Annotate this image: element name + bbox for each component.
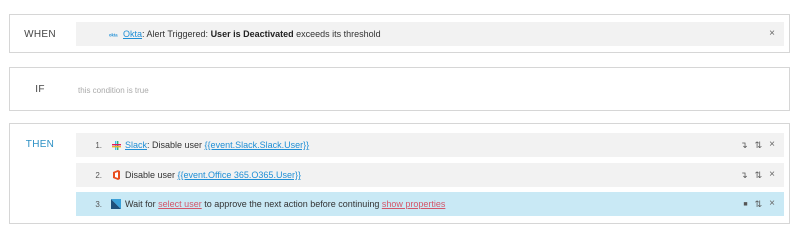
reorder-step-icon[interactable]: ⇅ [755, 140, 763, 150]
show-properties-link[interactable]: show properties [382, 199, 446, 209]
okta-link[interactable]: Okta [123, 29, 142, 39]
remove-step-button[interactable]: × [769, 199, 775, 209]
slack-link[interactable]: Slack [125, 140, 147, 150]
when-block: WHEN okta Okta: Alert Triggered: User is… [9, 14, 790, 53]
step-number: 3. [95, 199, 102, 209]
condition-placeholder[interactable]: this condition is true [78, 86, 149, 95]
reorder-step-icon[interactable]: ⇅ [755, 199, 763, 209]
move-step-icon[interactable]: ↴ [740, 170, 748, 180]
then-block: THEN 1. Slack: Disable user {{event.Slac… [9, 123, 790, 224]
slack-user-variable-link[interactable]: {{event.Slack.Slack.User}} [205, 140, 310, 150]
approval-icon [111, 199, 121, 209]
reorder-step-icon[interactable]: ⇅ [755, 170, 763, 180]
action-row-office365[interactable]: 2. Disable user {{event.Office 365.O365.… [76, 163, 784, 187]
remove-step-button[interactable]: × [769, 140, 775, 150]
action-row-slack[interactable]: 1. Slack: Disable user {{event.Slack.Sla… [76, 133, 784, 157]
svg-text:okta: okta [109, 33, 118, 38]
action-row-approval[interactable]: 3. Wait for select user to approve the n… [76, 192, 784, 216]
okta-icon: okta [109, 29, 119, 39]
then-label: THEN [25, 139, 55, 150]
trigger-row[interactable]: okta Okta: Alert Triggered: User is Deac… [76, 22, 784, 46]
slack-icon [111, 140, 121, 150]
step-text: Disable user {{event.Office 365.O365.Use… [125, 170, 301, 180]
if-block: IF this condition is true [9, 67, 790, 111]
trigger-text: Okta: Alert Triggered: User is Deactivat… [123, 29, 381, 39]
step-text: Slack: Disable user {{event.Slack.Slack.… [125, 140, 310, 150]
if-label: IF [35, 84, 45, 95]
stop-icon[interactable]: ■ [743, 201, 747, 208]
move-step-icon[interactable]: ↴ [740, 140, 748, 150]
step-number: 2. [95, 170, 102, 180]
step-text: Wait for select user to approve the next… [125, 199, 446, 209]
office365-user-variable-link[interactable]: {{event.Office 365.O365.User}} [178, 170, 301, 180]
when-label: WHEN [24, 29, 56, 40]
select-user-link[interactable]: select user [158, 199, 202, 209]
remove-step-button[interactable]: × [769, 170, 775, 180]
step-number: 1. [95, 140, 102, 150]
remove-trigger-button[interactable]: × [769, 29, 775, 39]
office365-icon [111, 170, 121, 180]
